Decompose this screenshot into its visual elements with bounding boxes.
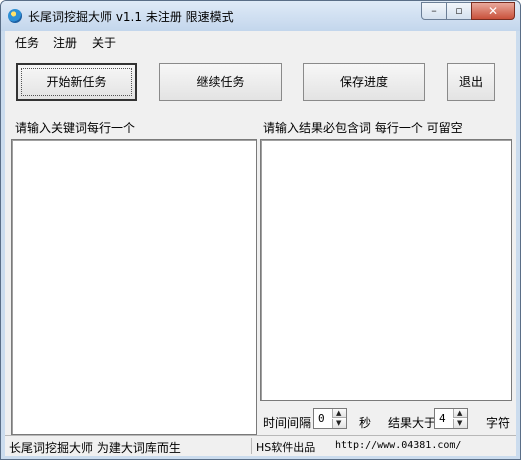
required-words-textarea[interactable] [260, 139, 512, 401]
status-bar: 长尾词挖掘大师 为建大词库而生 HS软件出品 http://www.04381.… [5, 435, 516, 456]
title-bar[interactable]: 长尾词挖掘大师 v1.1 未注册 限速模式 – ▫ ✕ [1, 1, 520, 31]
minimize-button[interactable]: – [421, 2, 447, 20]
continue-task-label: 继续任务 [196, 75, 245, 89]
exit-button[interactable]: 退出 [447, 63, 495, 101]
maximize-button[interactable]: ▫ [446, 2, 472, 20]
start-new-task-button[interactable]: 开始新任务 [16, 63, 137, 101]
window-title: 长尾词挖掘大师 v1.1 未注册 限速模式 [28, 10, 234, 24]
minimize-icon: – [431, 4, 437, 17]
interval-increment-button[interactable]: ▲ [332, 409, 346, 418]
menu-about[interactable]: 关于 [92, 34, 116, 51]
status-divider [251, 438, 252, 454]
length-value[interactable]: 4 [439, 412, 446, 425]
chevron-down-icon: ▼ [457, 419, 463, 427]
chevron-up-icon: ▲ [336, 409, 342, 417]
chevron-down-icon: ▼ [336, 419, 342, 427]
length-increment-button[interactable]: ▲ [453, 409, 467, 418]
length-spinner[interactable]: 4 ▲ ▼ [434, 408, 468, 429]
interval-label: 时间间隔 [263, 416, 312, 430]
continue-task-button[interactable]: 继续任务 [159, 63, 282, 101]
status-url-link[interactable]: http://www.04381.com/ [335, 440, 461, 451]
interval-spinner[interactable]: 0 ▲ ▼ [313, 408, 347, 429]
client-area: 任务 注册 关于 开始新任务 继续任务 保存进度 退出 请输入关键词每行一个 请… [5, 31, 516, 456]
length-unit: 字符 [486, 416, 511, 430]
app-globe-icon [8, 9, 22, 23]
chevron-up-icon: ▲ [457, 409, 463, 417]
length-decrement-button[interactable]: ▼ [453, 419, 467, 428]
keywords-label: 请输入关键词每行一个 [15, 121, 136, 135]
interval-value[interactable]: 0 [318, 412, 325, 425]
keywords-textarea[interactable] [11, 139, 257, 435]
length-label: 结果大于 [388, 416, 437, 430]
status-publisher: HS软件出品 [256, 441, 316, 454]
close-button[interactable]: ✕ [471, 2, 515, 20]
maximize-icon: ▫ [455, 4, 463, 17]
menu-register[interactable]: 注册 [53, 34, 77, 51]
exit-label: 退出 [458, 75, 483, 89]
required-words-label: 请输入结果必包含词 每行一个 可留空 [263, 121, 463, 135]
save-progress-button[interactable]: 保存进度 [303, 63, 425, 101]
interval-unit: 秒 [359, 416, 372, 430]
save-progress-label: 保存进度 [339, 75, 388, 89]
menu-bar: 任务 注册 关于 [5, 31, 516, 51]
app-window: 长尾词挖掘大师 v1.1 未注册 限速模式 – ▫ ✕ 任务 注册 关于 开始新… [0, 0, 521, 460]
close-icon: ✕ [487, 4, 499, 18]
focus-ring [21, 68, 132, 96]
status-slogan: 长尾词挖掘大师 为建大词库而生 [9, 441, 181, 455]
interval-decrement-button[interactable]: ▼ [332, 419, 346, 428]
menu-task[interactable]: 任务 [15, 34, 39, 51]
